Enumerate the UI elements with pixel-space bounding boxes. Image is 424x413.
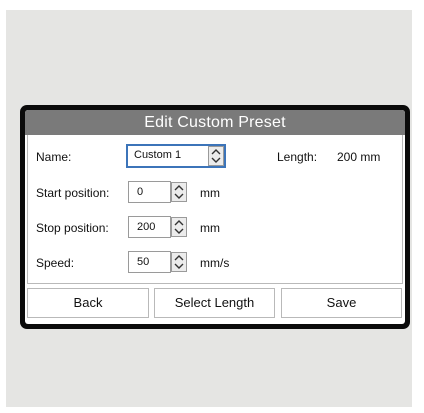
speed-stepper[interactable] [171,252,187,272]
select-length-button[interactable]: Select Length [154,288,275,318]
start-position-unit: mm [200,186,220,200]
name-label: Name: [36,150,72,164]
stop-position-unit: mm [200,221,220,235]
stop-position-stepper[interactable] [171,217,187,237]
form-panel: Name: Custom 1 Length: 200 mm Start posi… [27,135,403,284]
speed-unit: mm/s [200,256,230,270]
dialog-title: Edit Custom Preset [25,110,405,135]
dialog-screen: Edit Custom Preset Name: Custom 1 Length… [25,110,405,324]
length-label: Length: [277,150,318,164]
stop-position-field[interactable]: 200 [128,216,171,238]
speed-field[interactable]: 50 [128,251,171,273]
start-position-label: Start position: [36,186,110,200]
start-position-stepper[interactable] [171,182,187,202]
back-button[interactable]: Back [27,288,149,318]
speed-value: 50 [137,256,150,268]
name-stepper[interactable] [208,146,224,166]
up-down-chevron-icon [174,185,184,199]
button-bar: Back Select Length Save [27,288,403,320]
up-down-chevron-icon [211,149,221,163]
speed-label: Speed: [36,256,75,270]
name-field-value: Custom 1 [134,149,182,161]
device-frame: Edit Custom Preset Name: Custom 1 Length… [20,105,410,329]
up-down-chevron-icon [174,220,184,234]
up-down-chevron-icon [174,255,184,269]
stop-position-label: Stop position: [36,221,109,235]
stop-position-value: 200 [137,221,156,233]
length-value: 200 mm [337,150,381,164]
start-position-value: 0 [137,186,144,198]
start-position-field[interactable]: 0 [128,181,171,203]
save-button[interactable]: Save [281,288,402,318]
